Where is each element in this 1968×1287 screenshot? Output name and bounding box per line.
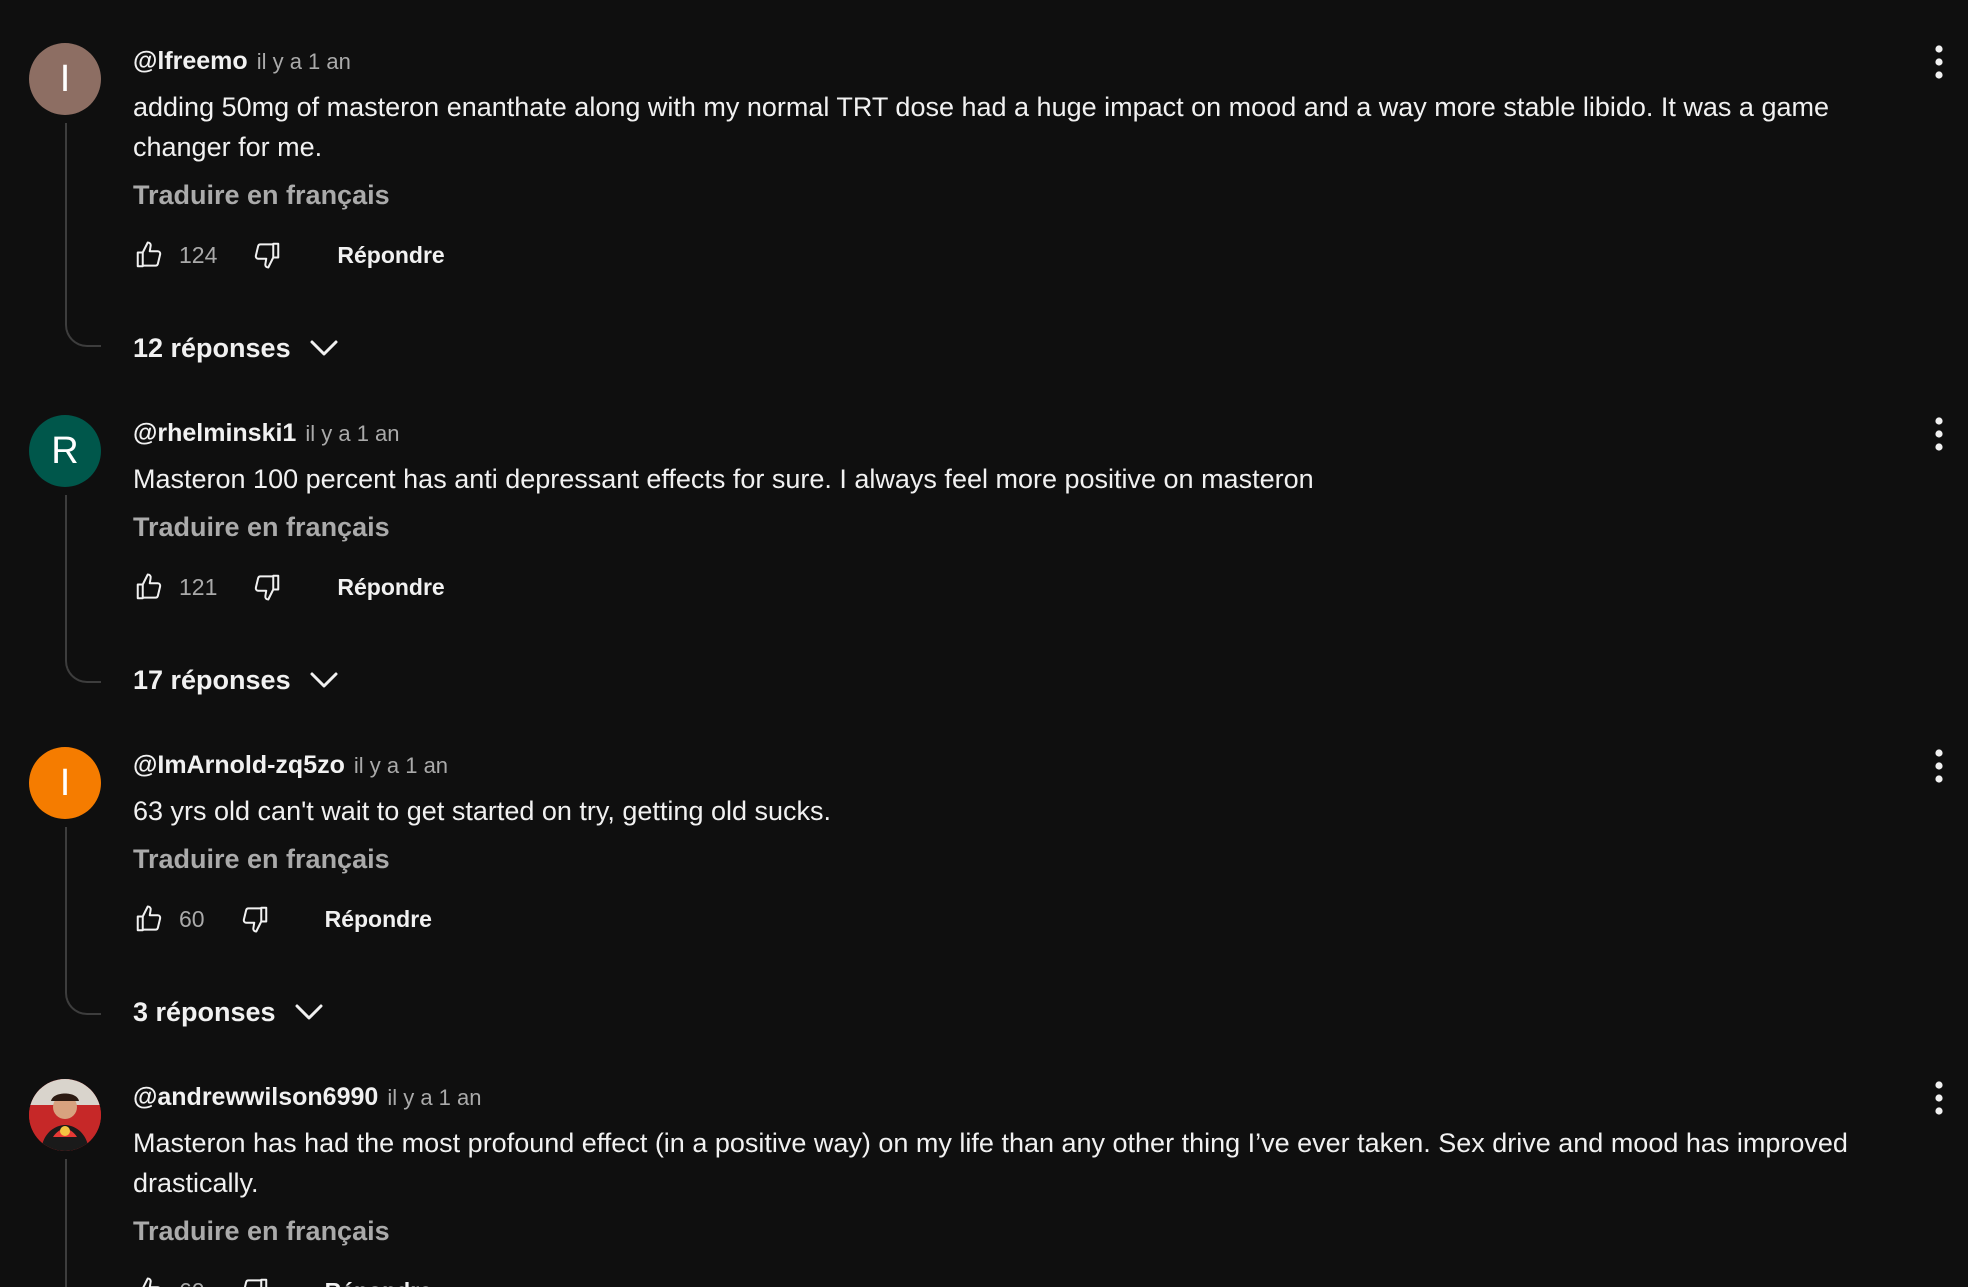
- comment-text: adding 50mg of masteron enanthate along …: [133, 92, 1829, 162]
- replies-count: 3 réponses: [133, 996, 276, 1027]
- comment-header: @andrewwilson6990 il y a 1 an: [133, 1083, 481, 1113]
- thread-connector-line: [65, 827, 101, 1015]
- more-options-button[interactable]: [1924, 746, 1954, 786]
- comment-actions: 60 Répondre: [133, 1271, 432, 1287]
- thumb-up-icon: [136, 905, 162, 932]
- like-count: 121: [179, 573, 218, 600]
- comment-timestamp[interactable]: il y a 1 an: [257, 49, 351, 75]
- dislike-button[interactable]: [251, 571, 283, 603]
- comment-timestamp[interactable]: il y a 1 an: [305, 421, 399, 447]
- like-button[interactable]: [133, 1275, 165, 1287]
- more-vert-icon: [1935, 45, 1943, 79]
- more-vert-icon: [1935, 417, 1943, 451]
- view-replies-button[interactable]: 3 réponses: [133, 992, 324, 1032]
- more-options-button[interactable]: [1924, 414, 1954, 454]
- thumb-down-icon: [255, 574, 280, 601]
- view-replies-button[interactable]: 17 réponses: [133, 660, 339, 700]
- comment-text: Masteron has had the most profound effec…: [133, 1128, 1848, 1198]
- dislike-button[interactable]: [251, 239, 283, 271]
- thumb-down-icon: [255, 242, 280, 269]
- more-vert-icon: [1935, 1081, 1943, 1115]
- like-count: 60: [179, 905, 205, 932]
- thumb-down-icon: [243, 1278, 267, 1287]
- comment-header: @ImArnold-zq5zo il y a 1 an: [133, 751, 448, 781]
- comment-thread: I @lfreemo il y a 1 an adding 50mg of ma…: [0, 0, 1968, 372]
- comment-timestamp[interactable]: il y a 1 an: [354, 753, 448, 779]
- comment-actions: 124 Répondre: [133, 235, 445, 275]
- reply-button[interactable]: Répondre: [325, 1278, 432, 1287]
- reply-button[interactable]: Répondre: [337, 242, 444, 269]
- dislike-button[interactable]: [239, 1275, 271, 1287]
- chevron-down-icon: [309, 338, 339, 358]
- translate-link[interactable]: Traduire en français: [133, 844, 390, 875]
- replies-count: 17 réponses: [133, 664, 291, 695]
- comment-thread: R @rhelminski1 il y a 1 an Masteron 100 …: [0, 372, 1968, 704]
- comment-text: 63 yrs old can't wait to get started on …: [133, 796, 832, 826]
- more-vert-icon: [1935, 749, 1943, 783]
- avatar-letter: I: [59, 57, 71, 100]
- thumb-down-icon: [242, 906, 267, 933]
- avatar[interactable]: I: [29, 43, 101, 115]
- comment-text: Masteron 100 percent has anti depressant…: [133, 464, 1314, 494]
- like-count: 60: [179, 1278, 205, 1287]
- comment-thread: @andrewwilson6990 il y a 1 an Masteron h…: [0, 1036, 1968, 1287]
- comment-author[interactable]: @andrewwilson6990: [133, 1083, 378, 1112]
- reply-button[interactable]: Répondre: [337, 574, 444, 601]
- thread-connector-line: [65, 123, 101, 347]
- thumb-up-icon: [142, 1277, 160, 1287]
- thumb-up-icon: [136, 573, 162, 600]
- thumb-up-icon: [136, 241, 162, 268]
- dislike-button[interactable]: [239, 903, 271, 935]
- translate-link[interactable]: Traduire en français: [133, 512, 390, 543]
- chevron-down-icon: [294, 1002, 324, 1022]
- more-options-button[interactable]: [1924, 42, 1954, 82]
- comment-header: @rhelminski1 il y a 1 an: [133, 419, 400, 449]
- thread-connector-line: [65, 495, 101, 683]
- user-photo-avatar: [29, 1079, 101, 1151]
- chevron-down-icon: [309, 670, 339, 690]
- comment-thread: I @ImArnold-zq5zo il y a 1 an 63 yrs old…: [0, 704, 1968, 1036]
- avatar[interactable]: I: [29, 747, 101, 819]
- like-button[interactable]: [133, 239, 165, 271]
- comment-actions: 60 Répondre: [133, 899, 432, 939]
- replies-count: 12 réponses: [133, 332, 291, 363]
- translate-link[interactable]: Traduire en français: [133, 180, 390, 211]
- avatar[interactable]: R: [29, 415, 101, 487]
- comment-author[interactable]: @lfreemo: [133, 47, 248, 76]
- comment-timestamp[interactable]: il y a 1 an: [387, 1085, 481, 1111]
- comment-actions: 121 Répondre: [133, 567, 445, 607]
- more-options-button[interactable]: [1924, 1078, 1954, 1118]
- comment-author[interactable]: @rhelminski1: [133, 419, 296, 448]
- comment-header: @lfreemo il y a 1 an: [133, 47, 351, 77]
- avatar-letter: I: [59, 761, 71, 804]
- view-replies-button[interactable]: 12 réponses: [133, 328, 339, 368]
- reply-button[interactable]: Répondre: [325, 906, 432, 933]
- like-count: 124: [179, 241, 218, 268]
- like-button[interactable]: [133, 903, 165, 935]
- avatar[interactable]: [29, 1079, 101, 1151]
- avatar-letter: R: [51, 429, 79, 472]
- comment-author[interactable]: @ImArnold-zq5zo: [133, 751, 345, 780]
- thread-connector-line: [65, 1159, 101, 1287]
- translate-link[interactable]: Traduire en français: [133, 1216, 390, 1247]
- like-button[interactable]: [133, 571, 165, 603]
